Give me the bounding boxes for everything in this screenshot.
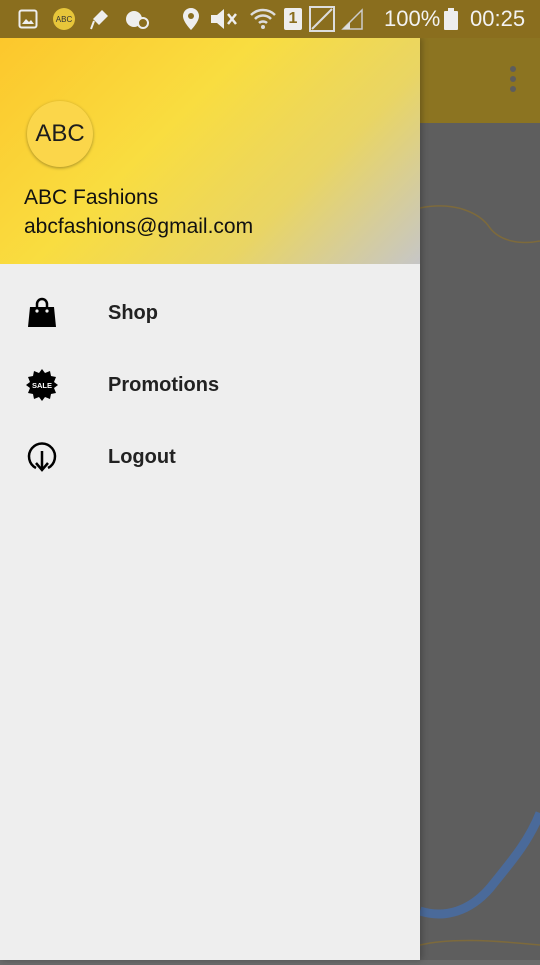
nav-item-label: Promotions <box>108 374 220 396</box>
navigation-drawer: ABC ABC Fashions abcfashions@gmail.com S… <box>0 38 420 960</box>
user-name: ABC Fashions <box>24 186 159 209</box>
gallery-icon <box>16 0 40 38</box>
signal-icon <box>340 0 364 38</box>
user-email: abcfashions@gmail.com <box>24 215 254 238</box>
battery-percentage: 100% <box>384 6 441 31</box>
logout-icon <box>24 439 60 475</box>
sale-badge-text: SALE <box>32 381 52 390</box>
nav-item-label: Shop <box>108 302 158 324</box>
drawer-header: ABC ABC Fashions abcfashions@gmail.com <box>0 38 420 264</box>
abc-app-icon: ABC <box>52 0 76 38</box>
sale-badge-icon: SALE <box>24 367 60 403</box>
status-bar: ABC 1 100% 00:25 <box>0 0 540 38</box>
nav-item-label: Logout <box>108 446 176 468</box>
overflow-menu-icon[interactable] <box>508 66 518 96</box>
mute-icon <box>208 0 240 38</box>
sync-icon <box>124 0 150 38</box>
abc-app-badge-text: ABC <box>53 8 75 30</box>
mic-icon <box>88 0 112 38</box>
nav-item-promotions[interactable]: SALE Promotions <box>0 349 420 421</box>
nav-item-logout[interactable]: Logout <box>0 421 420 493</box>
sim-icon: 1 <box>282 0 304 38</box>
clock: 00:25 <box>470 6 526 31</box>
battery-icon <box>443 0 459 38</box>
no-signal-icon <box>308 0 336 38</box>
sim-slot-text: 1 <box>284 8 302 30</box>
wifi-icon <box>250 0 276 38</box>
location-icon <box>180 0 202 38</box>
shopping-bag-icon <box>24 295 60 331</box>
avatar[interactable]: ABC <box>27 101 93 167</box>
nav-item-shop[interactable]: Shop <box>0 277 420 349</box>
